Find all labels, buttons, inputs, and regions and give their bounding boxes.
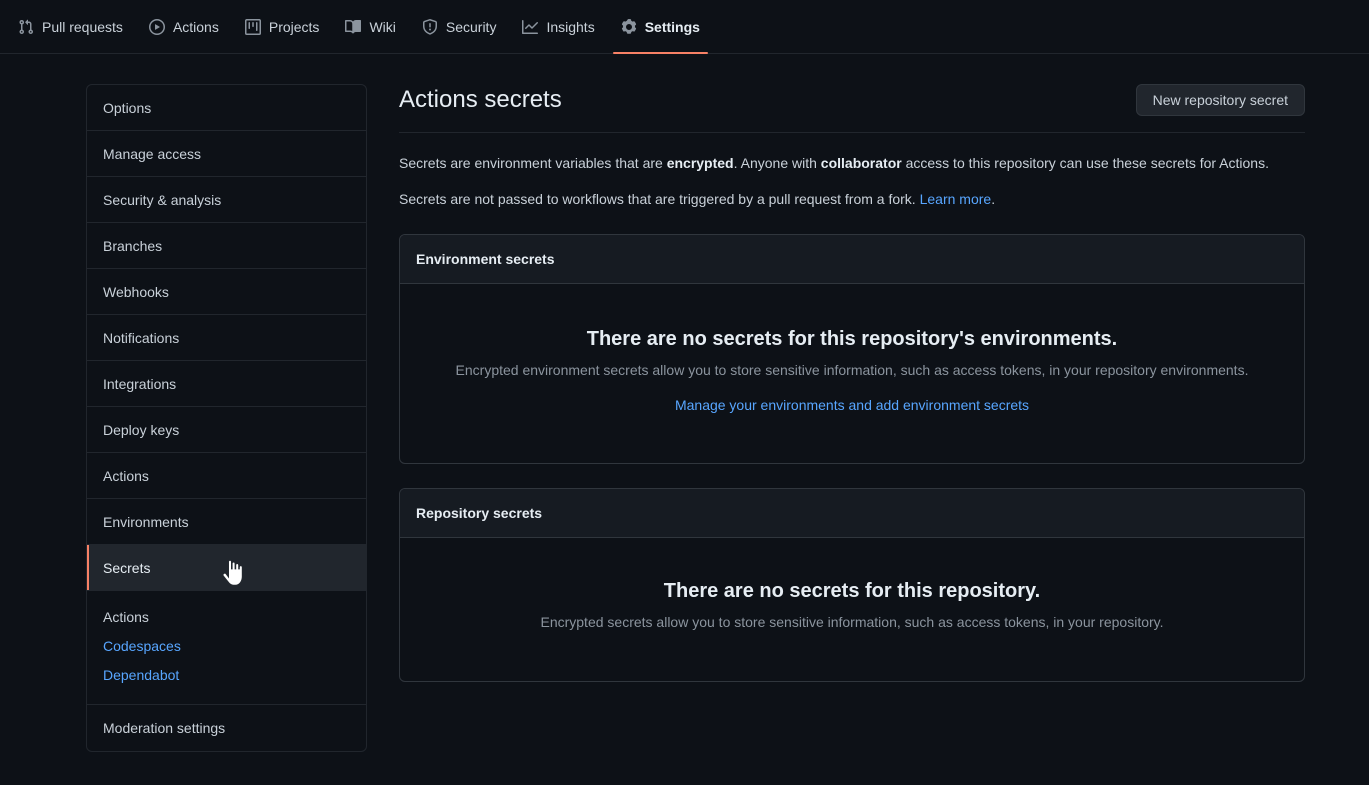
- nav-item-actions[interactable]: Actions: [139, 0, 229, 54]
- desc-text: Secrets are not passed to workflows that…: [399, 191, 920, 207]
- sidebar-item-branches[interactable]: Branches: [87, 223, 366, 269]
- desc-text: . Anyone with: [734, 155, 821, 171]
- nav-item-security[interactable]: Security: [412, 0, 507, 54]
- nav-label: Wiki: [369, 20, 395, 34]
- play-circle-icon: [149, 19, 165, 35]
- repository-secrets-blank-title: There are no secrets for this repository…: [416, 578, 1288, 604]
- environment-secrets-card: Environment secrets There are no secrets…: [399, 234, 1305, 464]
- nav-label: Insights: [546, 20, 594, 34]
- learn-more-link[interactable]: Learn more: [920, 191, 992, 207]
- secrets-description-2: Secrets are not passed to workflows that…: [399, 189, 1305, 210]
- sidebar-item-security-analysis[interactable]: Security & analysis: [87, 177, 366, 223]
- main-header: Actions secrets New repository secret: [399, 84, 1305, 133]
- sidebar-secrets-submenu: Actions Codespaces Dependabot: [87, 591, 366, 705]
- desc-text: .: [991, 191, 995, 207]
- nav-label: Security: [446, 20, 497, 34]
- environment-secrets-body: There are no secrets for this repository…: [400, 284, 1304, 463]
- desc-text: Secrets are environment variables that a…: [399, 155, 667, 171]
- desc-bold-collaborator: collaborator: [821, 155, 902, 171]
- secrets-description-1: Secrets are environment variables that a…: [399, 153, 1305, 174]
- git-pull-request-icon: [18, 19, 34, 35]
- sidebar-item-secrets[interactable]: Secrets: [87, 545, 366, 591]
- sidebar-item-integrations[interactable]: Integrations: [87, 361, 366, 407]
- project-board-icon: [245, 19, 261, 35]
- shield-icon: [422, 19, 438, 35]
- repository-nav: Pull requests Actions Projects Wiki Secu…: [0, 0, 1369, 54]
- nav-item-pull-requests[interactable]: Pull requests: [8, 0, 133, 54]
- repository-secrets-card: Repository secrets There are no secrets …: [399, 488, 1305, 682]
- new-repository-secret-button[interactable]: New repository secret: [1136, 84, 1305, 116]
- nav-label: Settings: [645, 20, 700, 34]
- sidebar-item-options[interactable]: Options: [87, 85, 366, 131]
- nav-label: Actions: [173, 20, 219, 34]
- desc-text: access to this repository can use these …: [902, 155, 1269, 171]
- settings-sidebar: Options Manage access Security & analysi…: [86, 84, 367, 752]
- repository-secrets-body: There are no secrets for this repository…: [400, 538, 1304, 681]
- environment-secrets-header: Environment secrets: [400, 235, 1304, 284]
- nav-label: Projects: [269, 20, 320, 34]
- sidebar-subitem-codespaces[interactable]: Codespaces: [103, 632, 350, 661]
- nav-item-projects[interactable]: Projects: [235, 0, 330, 54]
- settings-page: Options Manage access Security & analysi…: [0, 54, 1369, 752]
- nav-label: Pull requests: [42, 20, 123, 34]
- nav-item-wiki[interactable]: Wiki: [335, 0, 405, 54]
- sidebar-item-webhooks[interactable]: Webhooks: [87, 269, 366, 315]
- book-icon: [345, 19, 361, 35]
- sidebar-item-environments[interactable]: Environments: [87, 499, 366, 545]
- environment-secrets-blank-subtitle: Encrypted environment secrets allow you …: [416, 360, 1288, 381]
- repository-secrets-blank-subtitle: Encrypted secrets allow you to store sen…: [416, 612, 1288, 633]
- sidebar-item-notifications[interactable]: Notifications: [87, 315, 366, 361]
- main-content: Actions secrets New repository secret Se…: [367, 84, 1369, 752]
- repository-secrets-header: Repository secrets: [400, 489, 1304, 538]
- sidebar-item-actions[interactable]: Actions: [87, 453, 366, 499]
- desc-bold-encrypted: encrypted: [667, 155, 734, 171]
- sidebar-subitem-dependabot[interactable]: Dependabot: [103, 661, 350, 690]
- nav-item-settings[interactable]: Settings: [611, 0, 710, 54]
- manage-environments-link[interactable]: Manage your environments and add environ…: [675, 397, 1029, 413]
- environment-secrets-blank-title: There are no secrets for this repository…: [416, 326, 1288, 352]
- sidebar-item-manage-access[interactable]: Manage access: [87, 131, 366, 177]
- page-title: Actions secrets: [399, 85, 562, 115]
- gear-icon: [621, 19, 637, 35]
- nav-item-insights[interactable]: Insights: [512, 0, 604, 54]
- sidebar-subitem-actions[interactable]: Actions: [103, 603, 350, 632]
- sidebar-item-moderation-settings[interactable]: Moderation settings: [87, 705, 366, 751]
- graph-icon: [522, 19, 538, 35]
- sidebar-item-deploy-keys[interactable]: Deploy keys: [87, 407, 366, 453]
